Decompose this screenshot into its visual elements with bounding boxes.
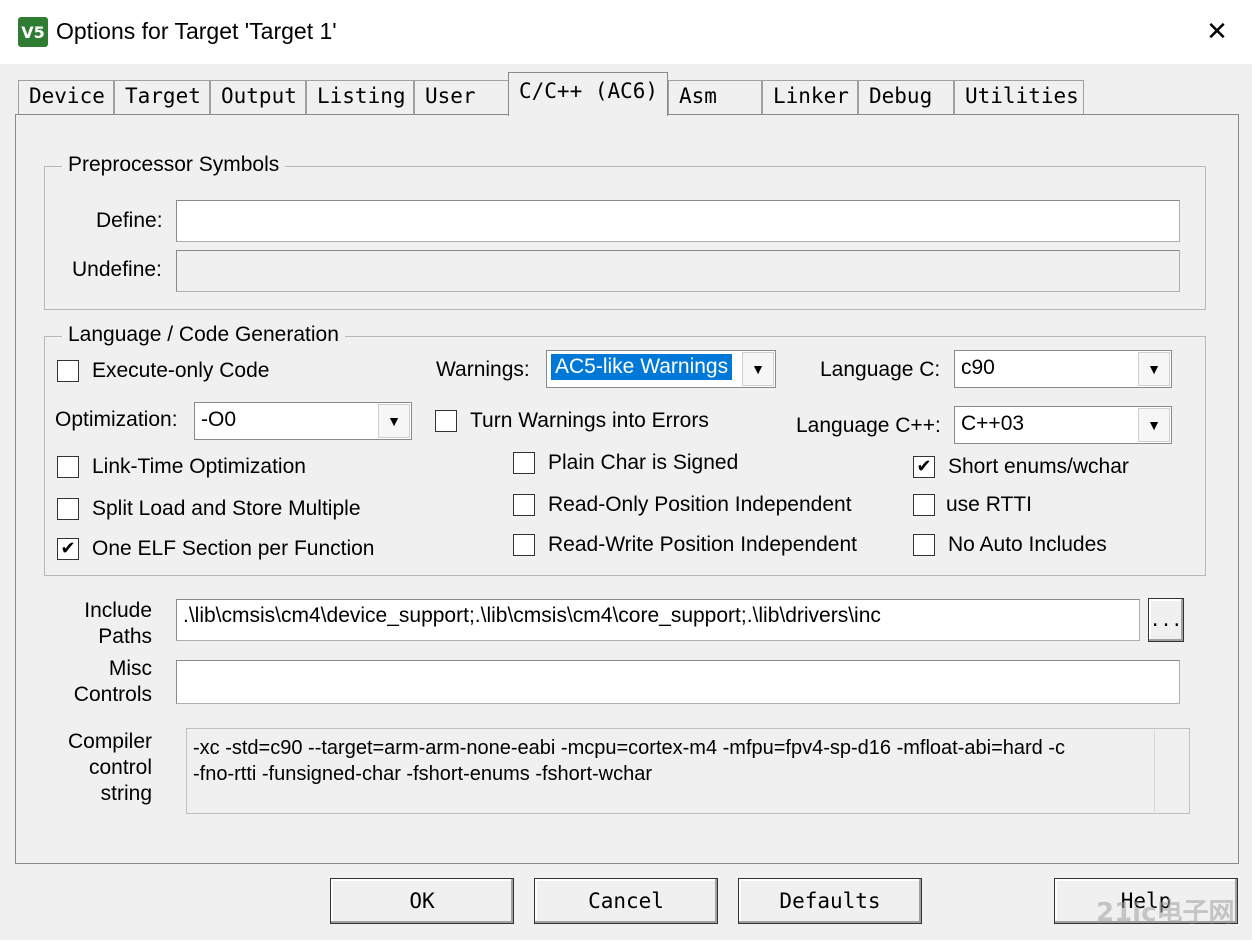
define-label: Define: [96,209,163,232]
tab-output[interactable]: Output [210,80,306,114]
defaults-button[interactable]: Defaults [738,878,922,924]
undefine-input[interactable] [176,250,1180,292]
compiler-string-label: Compiler control string [50,729,152,807]
compiler-string-scrollbar[interactable] [1154,730,1156,812]
include-paths-label-line2: Paths [98,625,152,648]
include-paths-input[interactable]: .\lib\cmsis\cm4\device_support;.\lib\cms… [176,599,1140,641]
optimization-label: Optimization: [55,408,178,431]
turn-warnings-checkbox[interactable] [435,410,457,432]
close-icon[interactable]: ✕ [1192,10,1242,54]
no-auto-includes-label: No Auto Includes [948,533,1107,556]
include-paths-browse-button[interactable]: ... [1148,598,1184,642]
warnings-select[interactable]: AC5-like Warnings ▼ [546,350,776,388]
compiler-string-box: -xc -std=c90 --target=arm-arm-none-eabi … [186,728,1190,814]
tab-user[interactable]: User [414,80,510,114]
compiler-string-label-line2: control [88,756,152,779]
one-elf-label: One ELF Section per Function [92,537,375,560]
rwpi-checkbox[interactable] [513,534,535,556]
split-load-label: Split Load and Store Multiple [92,497,361,520]
rtti-checkbox[interactable] [913,494,935,516]
include-paths-label-line1: Include [84,599,152,622]
rtti-label: use RTTI [946,493,1032,516]
compiler-string-label-line3: string [100,782,152,805]
language-cpp-value: C++03 [961,412,1025,435]
lto-checkbox[interactable] [57,456,79,478]
misc-controls-input[interactable] [176,660,1180,704]
one-elf-checkbox[interactable]: ✔ [57,538,79,560]
misc-controls-label: Misc Controls [50,656,152,708]
language-cpp-select[interactable]: C++03 ▼ [954,406,1172,444]
watermark: 21ic电子网 [1096,898,1235,928]
define-input[interactable] [176,200,1180,242]
undefine-label: Undefine: [72,258,162,281]
warnings-label: Warnings: [436,358,530,381]
ropi-checkbox[interactable] [513,494,535,516]
no-auto-includes-checkbox[interactable] [913,534,935,556]
tab-c-cpp-ac6[interactable]: C/C++ (AC6) [508,72,668,116]
keil-app-icon: V5 [18,17,48,47]
misc-controls-label-line2: Controls [73,683,152,706]
language-c-select[interactable]: c90 ▼ [954,350,1172,388]
turn-warnings-label: Turn Warnings into Errors [470,409,709,432]
window-title: Options for Target 'Target 1' [56,18,337,44]
lto-label: Link-Time Optimization [92,455,306,478]
compiler-string-label-line1: Compiler [67,730,152,753]
execute-only-label: Execute-only Code [92,359,270,382]
short-enums-checkbox[interactable]: ✔ [913,456,935,478]
tab-utilities[interactable]: Utilities [954,80,1084,114]
warnings-selected-value: AC5-like Warnings [551,354,733,380]
plain-char-label: Plain Char is Signed [548,451,739,474]
include-paths-label: Include Paths [60,598,152,650]
tab-asm[interactable]: Asm [668,80,762,114]
rwpi-label: Read-Write Position Independent [548,533,857,556]
chevron-down-icon[interactable]: ▼ [1138,408,1170,442]
misc-controls-label-line1: Misc [108,657,152,680]
ropi-label: Read-Only Position Independent [548,493,852,516]
tab-listing[interactable]: Listing [306,80,414,114]
tab-linker[interactable]: Linker [762,80,858,114]
tab-target[interactable]: Target [114,80,210,114]
ok-button[interactable]: OK [330,878,514,924]
compiler-string-line2: -fno-rtti -funsigned-char -fshort-enums … [193,763,653,785]
language-cpp-label: Language C++: [796,414,941,437]
short-enums-label: Short enums/wchar [948,455,1129,478]
compiler-string-line1: -xc -std=c90 --target=arm-arm-none-eabi … [193,737,1065,759]
preprocessor-group-title: Preprocessor Symbols [62,153,286,177]
chevron-down-icon[interactable]: ▼ [378,404,410,438]
chevron-down-icon[interactable]: ▼ [1138,352,1170,386]
language-c-value: c90 [961,356,995,379]
tab-device[interactable]: Device [18,80,114,114]
optimization-value: -O0 [201,408,237,431]
split-load-checkbox[interactable] [57,498,79,520]
optimization-select[interactable]: -O0 ▼ [194,402,412,440]
language-group-title: Language / Code Generation [62,323,345,347]
language-c-label: Language C: [820,358,941,381]
execute-only-checkbox[interactable] [57,360,79,382]
tab-debug[interactable]: Debug [858,80,954,114]
cancel-button[interactable]: Cancel [534,878,718,924]
plain-char-checkbox[interactable] [513,452,535,474]
chevron-down-icon[interactable]: ▼ [742,352,774,386]
